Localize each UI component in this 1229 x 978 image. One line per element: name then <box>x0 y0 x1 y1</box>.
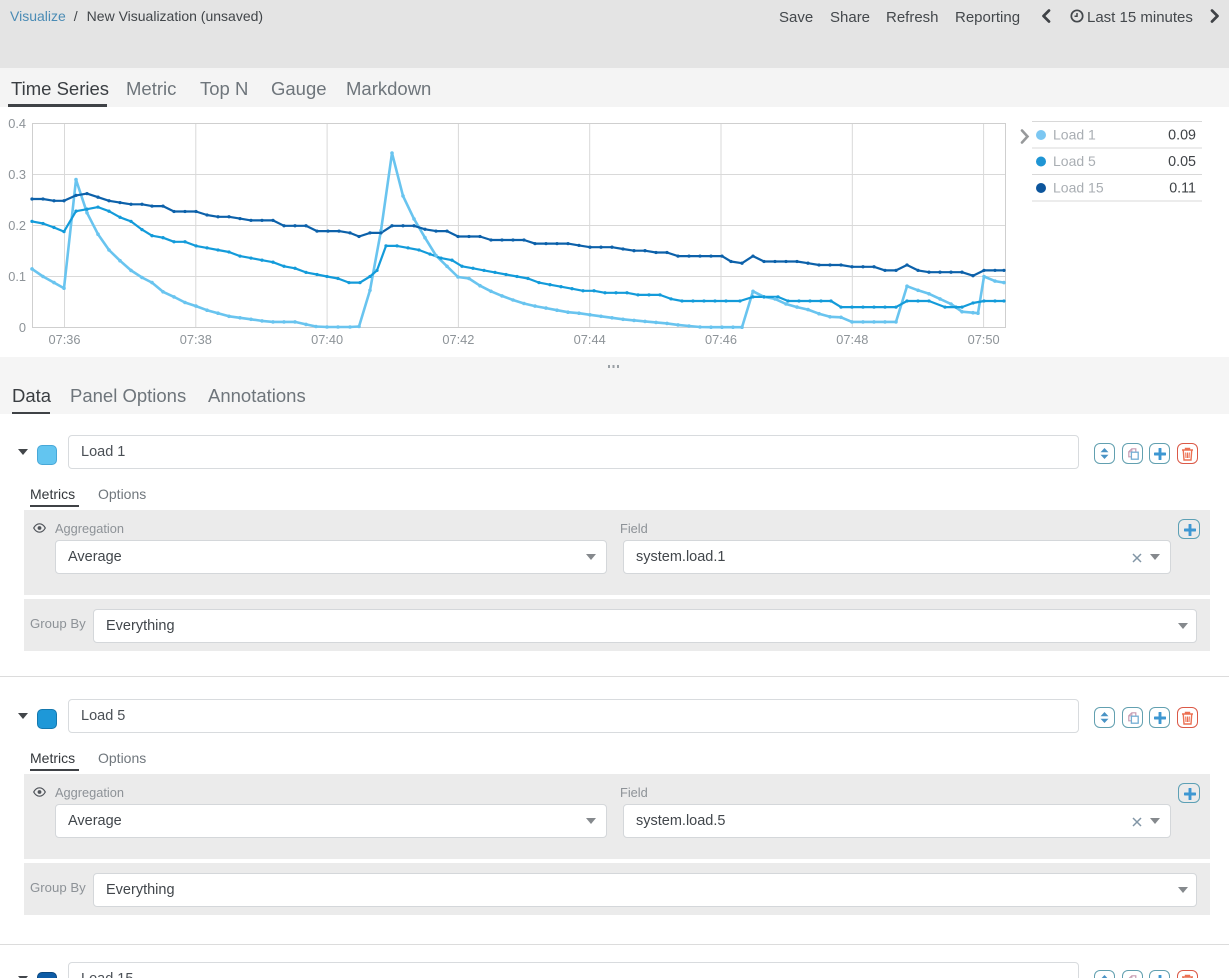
svg-text:0.3: 0.3 <box>8 167 26 182</box>
svg-text:0.05: 0.05 <box>1168 154 1196 170</box>
svg-text:0: 0 <box>19 320 26 335</box>
svg-text:07:40: 07:40 <box>311 332 343 347</box>
svg-text:07:36: 07:36 <box>48 332 80 347</box>
svg-text:0.1: 0.1 <box>8 269 26 284</box>
svg-text:0.11: 0.11 <box>1169 181 1196 197</box>
svg-text:07:50: 07:50 <box>968 332 1000 347</box>
svg-text:0.4: 0.4 <box>8 116 26 131</box>
svg-text:07:38: 07:38 <box>180 332 212 347</box>
svg-text:Load 5: Load 5 <box>1053 153 1096 169</box>
svg-text:07:42: 07:42 <box>442 332 474 347</box>
svg-text:0.2: 0.2 <box>8 218 26 233</box>
svg-text:Load 1: Load 1 <box>1053 127 1096 143</box>
svg-text:07:44: 07:44 <box>574 332 606 347</box>
svg-text:07:46: 07:46 <box>705 332 737 347</box>
svg-text:Load 15: Load 15 <box>1053 180 1104 196</box>
svg-text:07:48: 07:48 <box>836 332 868 347</box>
svg-text:0.09: 0.09 <box>1168 128 1196 144</box>
